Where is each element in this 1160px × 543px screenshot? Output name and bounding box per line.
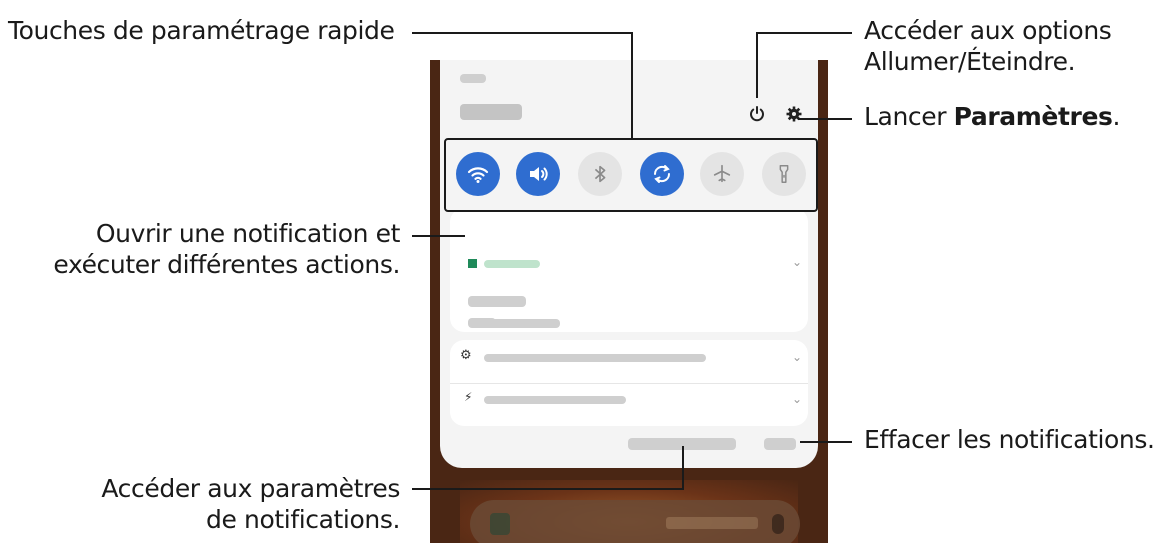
callout-open-notification: Ouvrir une notification et exécuter diff… (53, 218, 400, 280)
callout-notification-settings-line1: Accéder aux paramètres (101, 474, 400, 503)
expand-chevron-icon[interactable]: ⌄ (792, 350, 802, 364)
bluetooth-icon (589, 163, 611, 185)
leader-open-notification (412, 235, 465, 237)
leader-power (756, 32, 852, 34)
expand-chevron-icon[interactable]: ⌄ (792, 255, 802, 269)
wifi-toggle[interactable] (456, 152, 500, 196)
leader-clear (800, 441, 852, 443)
sound-icon (526, 162, 550, 186)
notification-panel: ⌄ ⚙ ⌄ ⚡ ⌄ (440, 60, 818, 468)
callout-notification-settings-line2: de notifications. (206, 505, 400, 534)
notification-card[interactable]: ⌄ (450, 208, 808, 332)
callout-quick-settings: Touches de paramétrage rapide (8, 16, 395, 45)
callout-power-options-line2: Allumer/Éteindre. (864, 47, 1076, 76)
callout-settings-suffix: . (1112, 102, 1121, 131)
leader-notification-settings-rise (682, 446, 684, 490)
callout-open-notification-line1: Ouvrir une notification et (95, 219, 401, 248)
settings-gear-icon[interactable] (785, 105, 803, 127)
leader-notification-settings (412, 488, 684, 490)
callout-notification-settings: Accéder aux paramètres de notifications. (101, 473, 400, 535)
leader-power-drop (756, 32, 758, 98)
bluetooth-toggle[interactable] (578, 152, 622, 196)
callout-power-options: Accéder aux options Allumer/Éteindre. (864, 15, 1112, 77)
callout-clear-notifications: Effacer les notifications. (864, 425, 1155, 454)
header-date (460, 74, 486, 83)
expand-chevron-icon[interactable]: ⌄ (792, 392, 802, 406)
phone-screen: ⌄ ⚙ ⌄ ⚡ ⌄ (430, 60, 828, 543)
leader-settings (798, 118, 852, 120)
silent-notifications-label (468, 319, 560, 328)
silent-notification-text-2 (484, 396, 626, 404)
auto-rotate-icon (650, 162, 674, 186)
app-icon (468, 259, 477, 268)
mic-icon[interactable] (772, 514, 784, 534)
callout-launch-settings: Lancer Paramètres. (864, 101, 1120, 132)
flashlight-toggle[interactable] (762, 152, 806, 196)
header-time (460, 104, 522, 120)
bolt-icon: ⚡ (464, 390, 473, 404)
silent-notification-text-1 (484, 354, 706, 362)
callout-settings-prefix: Lancer (864, 102, 954, 131)
quick-settings-panel (444, 138, 818, 212)
auto-rotate-toggle[interactable] (640, 152, 684, 196)
search-bar-text (666, 517, 758, 529)
settings-small-icon: ⚙ (460, 348, 472, 363)
airplane-mode-icon (711, 163, 733, 185)
home-search-bar[interactable] (470, 500, 800, 543)
callout-open-notification-line2: exécuter différentes actions. (53, 250, 400, 279)
power-icon[interactable] (748, 105, 766, 127)
callout-power-options-line1: Accéder aux options (864, 16, 1112, 45)
notification-app-name (484, 260, 540, 268)
silent-notifications-card[interactable]: ⚙ ⌄ ⚡ ⌄ (450, 340, 808, 426)
leader-quick-settings-drop (631, 32, 633, 138)
callout-settings-bold: Paramètres (953, 102, 1113, 131)
notification-title (468, 296, 526, 307)
clear-all-button[interactable] (764, 438, 796, 450)
leader-quick-settings (412, 32, 633, 34)
sound-toggle[interactable] (516, 152, 560, 196)
flashlight-icon (773, 163, 795, 185)
airplane-mode-toggle[interactable] (700, 152, 744, 196)
wifi-icon (466, 162, 490, 186)
silent-divider (450, 383, 808, 384)
search-app-icon (490, 513, 510, 535)
